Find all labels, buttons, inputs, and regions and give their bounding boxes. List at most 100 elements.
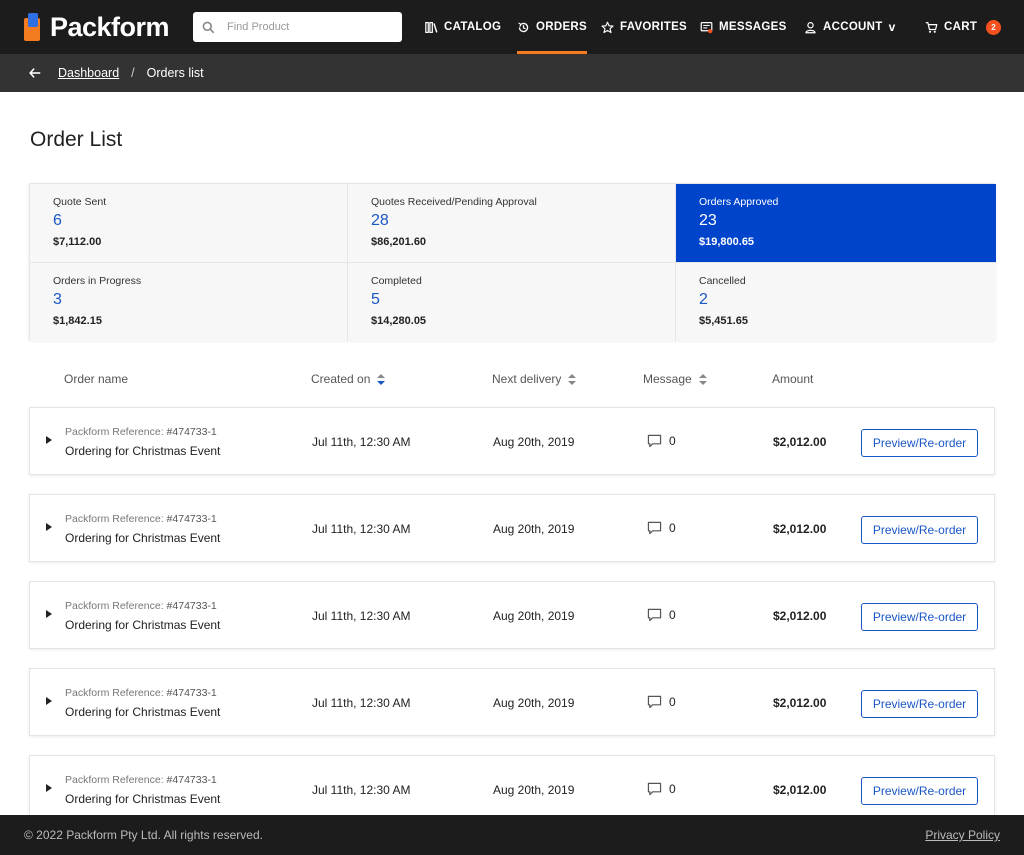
column-label: Next delivery bbox=[492, 372, 562, 386]
back-arrow-icon[interactable] bbox=[28, 66, 42, 80]
preview-reorder-button[interactable]: Preview/Re-order bbox=[861, 516, 978, 544]
stat-count: 3 bbox=[53, 291, 62, 308]
preview-reorder-button[interactable]: Preview/Re-order bbox=[861, 603, 978, 631]
stat-orders-in-progress[interactable]: Orders in Progress 3 $1,842.15 bbox=[30, 263, 347, 341]
column-label: Created on bbox=[311, 372, 371, 386]
expand-caret-icon[interactable] bbox=[46, 697, 52, 705]
message-count-value: 0 bbox=[669, 608, 676, 622]
nav-favorites-label: FAVORITES bbox=[620, 21, 688, 33]
expand-caret-icon[interactable] bbox=[46, 436, 52, 444]
message-count[interactable]: 0 bbox=[647, 695, 676, 709]
order-reference: Packform Reference: #474733-1 bbox=[65, 426, 217, 438]
nav-account[interactable]: ACCOUNT v bbox=[804, 0, 896, 54]
nav-favorites[interactable]: FAVORITES bbox=[601, 0, 687, 54]
reference-number: #474733-1 bbox=[166, 513, 217, 525]
column-header-next-delivery[interactable]: Next delivery bbox=[492, 372, 577, 386]
search-input[interactable] bbox=[227, 21, 387, 33]
message-count[interactable]: 0 bbox=[647, 521, 676, 535]
order-name: Ordering for Christmas Event bbox=[65, 531, 221, 545]
preview-reorder-button[interactable]: Preview/Re-order bbox=[861, 777, 978, 805]
order-stats-panel: Quote Sent 6 $7,112.00 Quotes Received/P… bbox=[29, 183, 996, 341]
nav-catalog-label: CATALOG bbox=[444, 21, 502, 33]
nav-catalog[interactable]: CATALOG bbox=[425, 0, 501, 54]
nav-cart-label: CART bbox=[944, 21, 978, 33]
comment-icon bbox=[647, 608, 662, 622]
search-icon bbox=[202, 21, 215, 33]
stat-quote-sent[interactable]: Quote Sent 6 $7,112.00 bbox=[30, 184, 347, 262]
messages-icon bbox=[700, 21, 713, 33]
sort-icon[interactable] bbox=[698, 373, 707, 385]
nav-orders[interactable]: ORDERS bbox=[517, 0, 588, 54]
stat-label: Orders Approved bbox=[699, 196, 779, 208]
reference-number: #474733-1 bbox=[166, 774, 217, 786]
next-delivery: Aug 20th, 2019 bbox=[493, 696, 575, 710]
reference-label: Packform Reference: bbox=[65, 513, 164, 525]
order-amount: $2,012.00 bbox=[773, 609, 827, 623]
order-reference: Packform Reference: #474733-1 bbox=[65, 600, 217, 612]
message-count-value: 0 bbox=[669, 434, 676, 448]
stat-label: Orders in Progress bbox=[53, 275, 142, 287]
cart-icon bbox=[925, 21, 938, 33]
stat-amount: $7,112.00 bbox=[53, 236, 102, 248]
reference-number: #474733-1 bbox=[166, 600, 217, 612]
stat-orders-approved[interactable]: Orders Approved 23 $19,800.65 bbox=[676, 184, 996, 262]
brand-logo[interactable]: Packform bbox=[24, 11, 170, 42]
comment-icon bbox=[647, 434, 662, 448]
stat-amount: $1,842.15 bbox=[53, 315, 102, 327]
nav-messages[interactable]: MESSAGES bbox=[700, 0, 787, 54]
column-header-order-name: Order name bbox=[64, 372, 128, 386]
column-header-message[interactable]: Message bbox=[643, 372, 707, 386]
stat-label: Quote Sent bbox=[53, 196, 107, 208]
order-reference: Packform Reference: #474733-1 bbox=[65, 513, 217, 525]
expand-caret-icon[interactable] bbox=[46, 610, 52, 618]
expand-caret-icon[interactable] bbox=[46, 523, 52, 531]
logo-mark-icon bbox=[24, 13, 44, 41]
table-row: Packform Reference: #474733-1 Ordering f… bbox=[29, 581, 995, 649]
stat-amount: $14,280.05 bbox=[371, 315, 427, 327]
preview-reorder-button[interactable]: Preview/Re-order bbox=[861, 429, 978, 457]
stat-completed[interactable]: Completed 5 $14,280.05 bbox=[348, 263, 675, 341]
stat-amount: $5,451.65 bbox=[699, 315, 748, 327]
order-amount: $2,012.00 bbox=[773, 435, 827, 449]
stat-quotes-pending[interactable]: Quotes Received/Pending Approval 28 $86,… bbox=[348, 184, 675, 262]
message-count[interactable]: 0 bbox=[647, 782, 676, 796]
stat-amount: $19,800.65 bbox=[699, 236, 755, 248]
next-delivery: Aug 20th, 2019 bbox=[493, 435, 575, 449]
order-reference: Packform Reference: #474733-1 bbox=[65, 687, 217, 699]
column-header-created-on[interactable]: Created on bbox=[311, 372, 386, 386]
stat-count: 6 bbox=[53, 212, 62, 229]
comment-icon bbox=[647, 695, 662, 709]
nav-messages-label: MESSAGES bbox=[719, 21, 787, 33]
next-delivery: Aug 20th, 2019 bbox=[493, 609, 575, 623]
created-on: Jul 11th, 12:30 AM bbox=[312, 609, 411, 623]
nav-account-label: ACCOUNT bbox=[823, 21, 883, 33]
stat-label: Completed bbox=[371, 275, 422, 287]
table-header: Order name Created on Next delivery Mess… bbox=[0, 370, 1024, 388]
nav-orders-label: ORDERS bbox=[536, 21, 588, 33]
table-row: Packform Reference: #474733-1 Ordering f… bbox=[29, 494, 995, 562]
footer: © 2022 Packform Pty Ltd. All rights rese… bbox=[0, 815, 1024, 855]
preview-reorder-button[interactable]: Preview/Re-order bbox=[861, 690, 978, 718]
stat-cancelled[interactable]: Cancelled 2 $5,451.65 bbox=[676, 263, 996, 341]
page-title: Order List bbox=[30, 128, 123, 151]
comment-icon bbox=[647, 521, 662, 535]
nav-cart[interactable]: CART 2 bbox=[925, 0, 1002, 54]
chevron-down-icon: v bbox=[888, 20, 896, 34]
privacy-policy-link[interactable]: Privacy Policy bbox=[925, 828, 1000, 842]
breadcrumb-current: Orders list bbox=[146, 66, 204, 80]
expand-caret-icon[interactable] bbox=[46, 784, 52, 792]
sort-descending-icon[interactable] bbox=[377, 373, 386, 385]
brand-name: Packform bbox=[50, 11, 170, 42]
breadcrumb-dashboard-link[interactable]: Dashboard bbox=[58, 66, 119, 80]
created-on: Jul 11th, 12:30 AM bbox=[312, 522, 411, 536]
sort-icon[interactable] bbox=[568, 373, 577, 385]
message-count[interactable]: 0 bbox=[647, 608, 676, 622]
breadcrumb-separator: / bbox=[131, 66, 135, 80]
message-count[interactable]: 0 bbox=[647, 434, 676, 448]
order-name: Ordering for Christmas Event bbox=[65, 792, 221, 806]
table-row: Packform Reference: #474733-1 Ordering f… bbox=[29, 755, 995, 823]
breadcrumb: Dashboard / Orders list bbox=[0, 54, 1024, 92]
next-delivery: Aug 20th, 2019 bbox=[493, 522, 575, 536]
reference-number: #474733-1 bbox=[166, 687, 217, 699]
search-box[interactable] bbox=[193, 12, 402, 42]
